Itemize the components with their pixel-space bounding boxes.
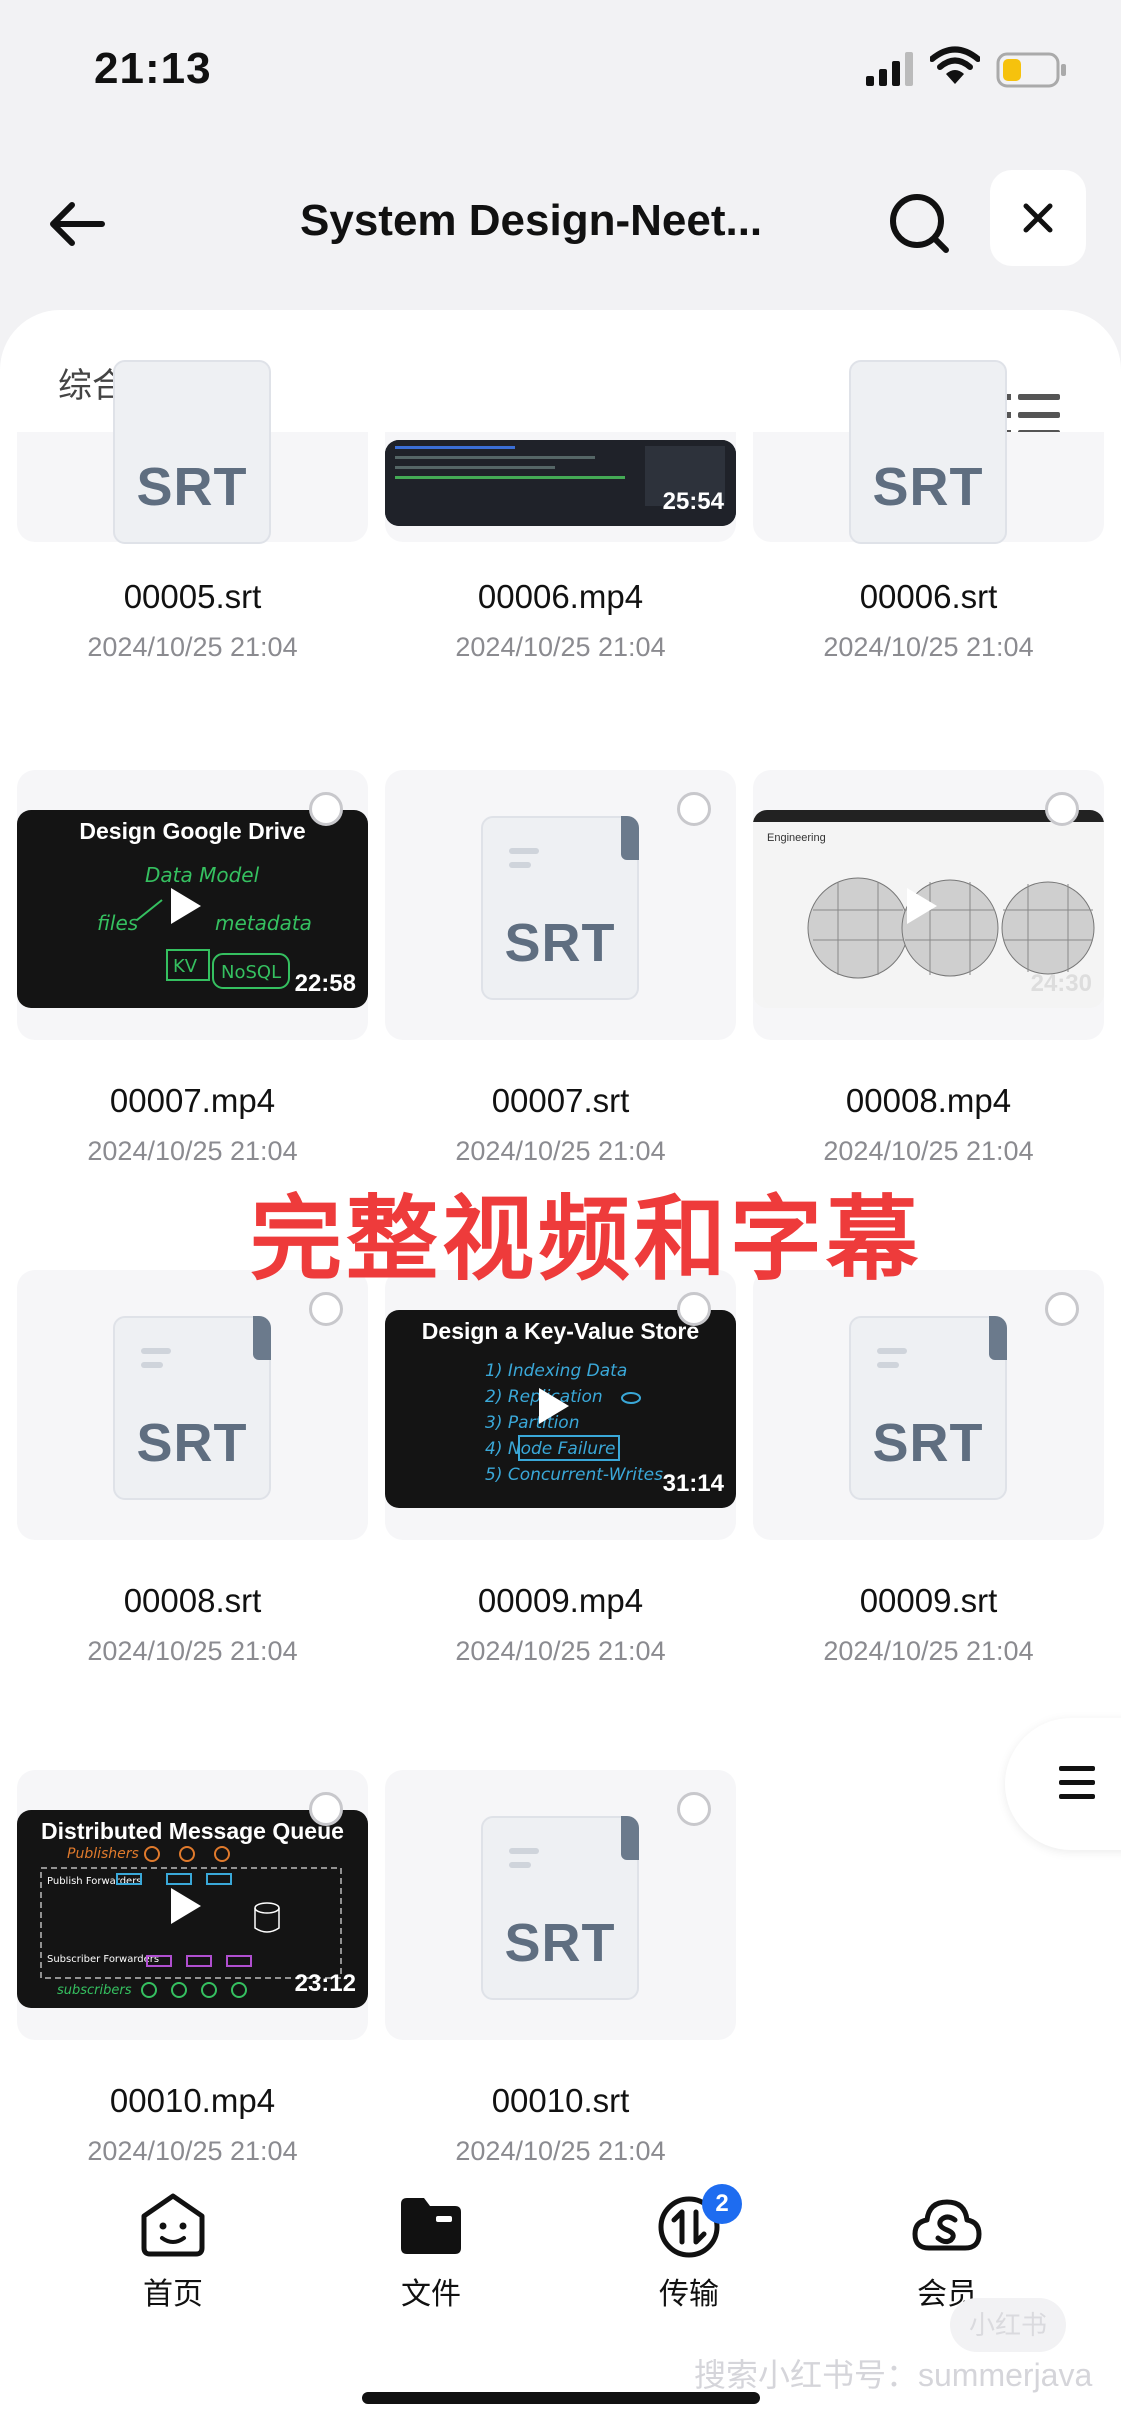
video-duration: 24:30 bbox=[1030, 970, 1092, 997]
file-item[interactable]: Distributed Message Queue Publishers Pub… bbox=[17, 1770, 368, 2190]
file-date: 2024/10/25 21:04 bbox=[87, 632, 298, 662]
overlay-caption: 完整视频和字幕 bbox=[250, 1189, 923, 1291]
svg-text:NoSQL: NoSQL bbox=[221, 962, 281, 983]
srt-file-icon: SRT bbox=[481, 1816, 639, 2000]
file-item[interactable]: Design Google Drive Data Model files met… bbox=[17, 770, 368, 1190]
transfer-badge: 2 bbox=[702, 2184, 742, 2224]
file-name: 00007.mp4 bbox=[109, 1082, 276, 1119]
srt-file-icon: SRT bbox=[481, 816, 639, 1000]
file-date: 2024/10/25 21:04 bbox=[823, 1636, 1034, 1666]
video-duration: 25:54 bbox=[662, 488, 724, 515]
svg-text:KV: KV bbox=[173, 956, 198, 977]
srt-file-icon: SRT bbox=[113, 360, 271, 544]
svg-text:subscribers: subscribers bbox=[57, 1983, 132, 1998]
file-name: 00008.mp4 bbox=[845, 1082, 1012, 1119]
battery-icon bbox=[996, 52, 1066, 88]
file-name: 00010.srt bbox=[491, 2082, 630, 2119]
file-item[interactable]: SRT 00008.srt 2024/10/25 21:04 bbox=[17, 1270, 368, 1690]
file-date: 2024/10/25 21:04 bbox=[823, 632, 1034, 662]
play-icon bbox=[171, 888, 201, 924]
file-date: 2024/10/25 21:04 bbox=[455, 1136, 666, 1166]
play-icon bbox=[907, 888, 937, 924]
page-title: System Design-Neet... bbox=[300, 196, 763, 245]
file-item[interactable]: SRT 00010.srt 2024/10/25 21:04 bbox=[385, 1770, 736, 2190]
file-date: 2024/10/25 21:04 bbox=[823, 1136, 1034, 1166]
cloud-s-icon bbox=[912, 2199, 982, 2251]
file-item[interactable]: SRT 00007.srt 2024/10/25 21:04 bbox=[385, 770, 736, 1190]
tab-files[interactable]: 文件 bbox=[356, 2192, 506, 2313]
file-item[interactable]: Design a Key-Value Store 1) Indexing Dat… bbox=[385, 1270, 736, 1690]
video-duration: 23:12 bbox=[294, 1970, 356, 1997]
srt-file-icon: SRT bbox=[849, 1316, 1007, 1500]
folder-icon bbox=[401, 2198, 461, 2254]
select-checkbox[interactable] bbox=[1045, 1292, 1079, 1326]
wifi-icon bbox=[930, 46, 980, 84]
search-button[interactable] bbox=[884, 188, 956, 260]
file-name: 00009.mp4 bbox=[477, 1582, 644, 1619]
play-icon bbox=[171, 1888, 201, 1924]
tab-member[interactable]: 会员 bbox=[872, 2192, 1022, 2313]
video-thumbnail: Design a Key-Value Store 1) Indexing Dat… bbox=[385, 1310, 736, 1508]
play-icon bbox=[539, 1388, 569, 1424]
file-name: 00006.srt bbox=[859, 578, 998, 615]
svg-text:Publishers: Publishers bbox=[67, 1846, 139, 1862]
file-date: 2024/10/25 21:04 bbox=[455, 1636, 666, 1666]
back-arrow-icon bbox=[50, 202, 105, 246]
file-item[interactable]: SRT 00005.srt 2024/10/25 21:04 bbox=[17, 360, 368, 680]
file-name: 00010.mp4 bbox=[109, 2082, 276, 2119]
home-face-icon bbox=[141, 2193, 205, 2257]
status-time: 21:13 bbox=[94, 44, 212, 93]
file-item[interactable]: SRT 00009.srt 2024/10/25 21:04 bbox=[753, 1270, 1104, 1690]
srt-file-icon: SRT bbox=[849, 360, 1007, 544]
watermark-badge: 小红书 bbox=[950, 2298, 1066, 2352]
video-thumbnail: Distributed Message Queue Publishers Pub… bbox=[17, 1810, 368, 2008]
search-icon bbox=[890, 194, 949, 253]
svg-text:4) Node Failure: 4) Node Failure bbox=[485, 1439, 616, 1459]
file-date: 2024/10/25 21:04 bbox=[87, 2136, 298, 2166]
svg-text:Subscriber Forwarders: Subscriber Forwarders bbox=[47, 1954, 159, 1965]
srt-file-icon: SRT bbox=[113, 1316, 271, 1500]
select-checkbox[interactable] bbox=[309, 792, 343, 826]
file-name: 00007.srt bbox=[491, 1082, 630, 1119]
cellular-signal-icon bbox=[866, 52, 913, 86]
svg-text:1) Indexing Data: 1) Indexing Data bbox=[485, 1361, 627, 1381]
file-name: 00009.srt bbox=[859, 1582, 998, 1619]
status-bar: 21:13 bbox=[0, 0, 1121, 140]
file-item[interactable]: 25:54 00006.mp4 2024/10/25 21:04 bbox=[385, 420, 736, 680]
tab-transfer[interactable]: 2 传输 bbox=[614, 2184, 764, 2313]
video-duration: 31:14 bbox=[662, 1470, 724, 1497]
file-date: 2024/10/25 21:04 bbox=[87, 1636, 298, 1666]
video-thumbnail: Engineering 24:30 bbox=[753, 810, 1104, 1008]
file-name: 00008.srt bbox=[123, 1582, 262, 1619]
file-name: 00006.mp4 bbox=[477, 578, 644, 615]
tab-home[interactable]: 首页 bbox=[98, 2192, 248, 2313]
file-date: 2024/10/25 21:04 bbox=[455, 632, 666, 662]
video-duration: 22:58 bbox=[294, 970, 356, 997]
svg-text:Publish Forwarders: Publish Forwarders bbox=[47, 1876, 142, 1887]
svg-text:5) Concurrent-Writes: 5) Concurrent-Writes bbox=[485, 1465, 663, 1485]
video-thumbnail: Design Google Drive Data Model files met… bbox=[17, 810, 368, 1008]
file-item[interactable]: Engineering 24:30 00008.mp4 2024/10/25 2… bbox=[753, 770, 1104, 1190]
file-date: 2024/10/25 21:04 bbox=[87, 1136, 298, 1166]
select-checkbox[interactable] bbox=[309, 1792, 343, 1826]
select-checkbox[interactable] bbox=[677, 792, 711, 826]
home-indicator[interactable] bbox=[362, 2392, 760, 2404]
select-checkbox[interactable] bbox=[1045, 792, 1079, 826]
hamburger-icon bbox=[1059, 1766, 1095, 1799]
select-checkbox[interactable] bbox=[677, 1792, 711, 1826]
file-item[interactable]: SRT 00006.srt 2024/10/25 21:04 bbox=[753, 360, 1104, 680]
file-date: 2024/10/25 21:04 bbox=[455, 2136, 666, 2166]
back-button[interactable] bbox=[40, 192, 112, 256]
close-icon bbox=[1023, 203, 1053, 233]
svg-text:metadata: metadata bbox=[215, 911, 312, 935]
navigation-bar: System Design-Neet... bbox=[0, 170, 1121, 280]
watermark-text: 搜索小红书号：summerjava bbox=[694, 2357, 1093, 2393]
svg-text:files: files bbox=[97, 911, 138, 935]
close-button[interactable] bbox=[990, 170, 1086, 266]
video-thumbnail: 25:54 bbox=[385, 440, 736, 526]
svg-text:Data Model: Data Model bbox=[145, 863, 260, 887]
file-name: 00005.srt bbox=[123, 578, 262, 615]
